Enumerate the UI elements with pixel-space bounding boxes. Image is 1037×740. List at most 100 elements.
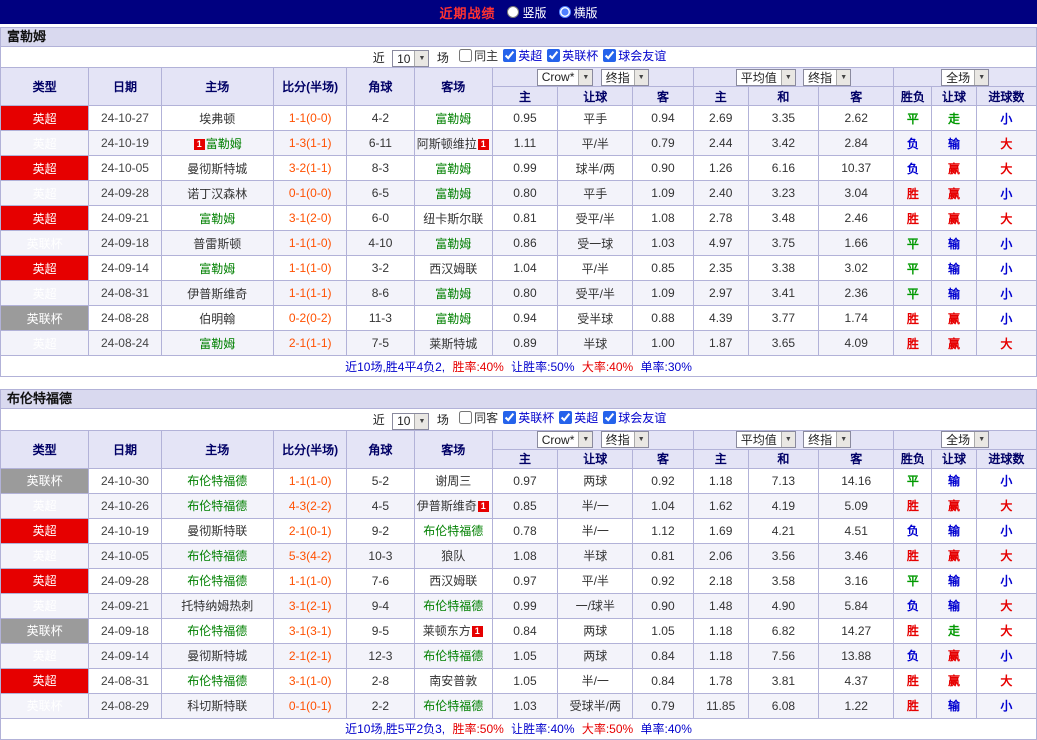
away-team-cell: 西汉姆联	[413, 255, 493, 282]
filter-checkbox[interactable]	[603, 49, 617, 62]
team-link[interactable]: 狼队	[441, 549, 465, 563]
team-link[interactable]: 谢周三	[435, 474, 471, 488]
team-link[interactable]: 布伦特福德	[423, 599, 483, 613]
team-link[interactable]: 莱斯特城	[429, 337, 477, 351]
team-link[interactable]: 布伦特福德	[187, 674, 247, 688]
chevron-down-icon: ▼	[578, 432, 593, 448]
league-cell: 英联杯	[0, 617, 90, 644]
team-link[interactable]: 普雷斯顿	[193, 237, 241, 251]
home-team-cell: 曼彻斯特城	[160, 642, 275, 669]
odds-time-select[interactable]: 终指 ▼	[600, 431, 649, 449]
match-count-select[interactable]: 10 ▼	[392, 412, 430, 430]
filter-option[interactable]: 球会友谊	[603, 410, 666, 426]
date-cell: 24-08-29	[88, 692, 162, 719]
filter-option[interactable]: 同主	[459, 48, 498, 64]
team-link[interactable]: 布伦特福德	[423, 699, 483, 713]
col-header-league: 类型	[0, 67, 90, 107]
filter-option[interactable]: 英超	[559, 410, 598, 426]
team-link[interactable]: 富勒姆	[199, 337, 235, 351]
away-team-cell: 南安普敦	[413, 667, 493, 694]
filter-option[interactable]: 英联杯	[503, 410, 554, 426]
handicap-line-cell: 受平/半	[557, 280, 634, 307]
league-cell: 英联杯	[0, 230, 90, 257]
team-link[interactable]: 曼彻斯特联	[187, 524, 247, 538]
team-link[interactable]: 伊普斯维奇	[187, 287, 247, 301]
team-link[interactable]: 纽卡斯尔联	[423, 212, 483, 226]
avg-source-select[interactable]: 平均值 ▼	[735, 68, 796, 86]
avg-time-select[interactable]: 终指 ▼	[803, 68, 852, 86]
team-link[interactable]: 诺丁汉森林	[187, 187, 247, 201]
news-badge[interactable]: 1	[471, 626, 483, 638]
average-odds-group-header: 平均值 ▼ 终指 ▼	[692, 429, 895, 450]
vertical-layout-label: 竖版	[522, 5, 547, 20]
team-link[interactable]: 布伦特福德	[423, 524, 483, 538]
date-cell: 24-08-24	[88, 330, 162, 357]
filter-checkbox[interactable]	[503, 49, 517, 62]
match-row: 英超 24-09-14 富勒姆 1-1(1-0) 3-2 西汉姆联 1.04 平/半 0.85 2…	[0, 255, 1037, 282]
match-row: 英联杯 24-10-30 布伦特福德 1-1(1-0) 5-2 谢周三 0.97 两球 0.92…	[0, 467, 1037, 494]
team-link[interactable]: 科切斯特联	[187, 699, 247, 713]
avg-home-win-cell: 2.44	[692, 130, 749, 157]
filter-checkbox[interactable]	[603, 411, 617, 425]
scope-select[interactable]: 全场 ▼	[941, 68, 990, 86]
team-link[interactable]: 伯明翰	[199, 312, 235, 326]
team-link[interactable]: 西汉姆联	[429, 574, 477, 588]
team-link[interactable]: 富勒姆	[435, 162, 471, 176]
filter-checkbox[interactable]	[459, 411, 473, 425]
team-link[interactable]: 布伦特福德	[187, 474, 247, 488]
team-link[interactable]: 莱顿东方	[423, 624, 471, 638]
scope-select[interactable]: 全场 ▼	[941, 431, 990, 449]
vertical-layout-radio[interactable]	[507, 6, 520, 18]
filter-checkbox[interactable]	[503, 411, 517, 425]
odds-source-select[interactable]: Crow* ▼	[536, 431, 594, 449]
team-link[interactable]: 富勒姆	[435, 187, 471, 201]
match-count-select[interactable]: 10 ▼	[392, 50, 430, 67]
news-badge[interactable]: 1	[477, 138, 489, 150]
odds-time-select[interactable]: 终指 ▼	[600, 68, 649, 86]
team-link[interactable]: 富勒姆	[435, 112, 471, 126]
team-link[interactable]: 富勒姆	[206, 137, 242, 151]
team-name-bar: 布伦特福德	[0, 389, 1037, 409]
team-link[interactable]: 布伦特福德	[423, 649, 483, 663]
filter-option[interactable]: 同客	[459, 410, 498, 426]
filter-option[interactable]: 英联杯	[547, 48, 598, 64]
layout-option-vertical[interactable]: 竖版	[507, 4, 547, 21]
team-link[interactable]: 布伦特福德	[187, 499, 247, 513]
team-link[interactable]: 布伦特福德	[187, 549, 247, 563]
team-link[interactable]: 伊普斯维奇	[417, 499, 477, 513]
col-header-corners: 角球	[346, 67, 415, 107]
team-link[interactable]: 富勒姆	[199, 212, 235, 226]
score-cell: 1-1(1-0)	[273, 467, 348, 494]
match-row: 英超 24-10-19 曼彻斯特联 2-1(0-1) 9-2 布伦特福德 0.78 半/一 1.…	[0, 517, 1037, 544]
news-badge[interactable]: 1	[477, 501, 489, 513]
filter-checkbox[interactable]	[459, 49, 473, 62]
team-link[interactable]: 富勒姆	[199, 262, 235, 276]
odds-source-select[interactable]: Crow* ▼	[536, 68, 594, 86]
team-link[interactable]: 布伦特福德	[187, 624, 247, 638]
col-header-avg-draw: 和	[747, 448, 820, 469]
filter-checkbox[interactable]	[547, 49, 561, 62]
team-link[interactable]: 布伦特福德	[187, 574, 247, 588]
layout-option-horizontal[interactable]: 横版	[558, 4, 598, 21]
filter-option[interactable]: 英超	[503, 48, 542, 64]
match-row: 英超 24-09-28 布伦特福德 1-1(1-0) 7-6 西汉姆联 0.97 平/半 0.9…	[0, 567, 1037, 594]
avg-draw-cell: 3.81	[747, 667, 820, 694]
team-link[interactable]: 曼彻斯特城	[187, 649, 247, 663]
team-link[interactable]: 埃弗顿	[199, 112, 235, 126]
score-cell: 1-1(1-0)	[273, 567, 348, 594]
team-link[interactable]: 南安普敦	[429, 674, 477, 688]
avg-source-select[interactable]: 平均值 ▼	[735, 431, 796, 449]
team-link[interactable]: 曼彻斯特城	[187, 162, 247, 176]
horizontal-layout-radio[interactable]	[558, 6, 571, 18]
team-link[interactable]: 西汉姆联	[429, 262, 477, 276]
team-link[interactable]: 富勒姆	[435, 287, 471, 301]
team-link[interactable]: 托特纳姆热刺	[181, 599, 253, 613]
team-link[interactable]: 阿斯顿维拉	[417, 137, 477, 151]
team-link[interactable]: 富勒姆	[435, 237, 471, 251]
avg-time-select[interactable]: 终指 ▼	[803, 431, 852, 449]
filter-option[interactable]: 球会友谊	[603, 48, 666, 64]
team-link[interactable]: 富勒姆	[435, 312, 471, 326]
news-badge[interactable]: 1	[193, 138, 205, 150]
avg-home-win-cell: 4.39	[692, 305, 749, 332]
filter-checkbox[interactable]	[559, 411, 573, 425]
